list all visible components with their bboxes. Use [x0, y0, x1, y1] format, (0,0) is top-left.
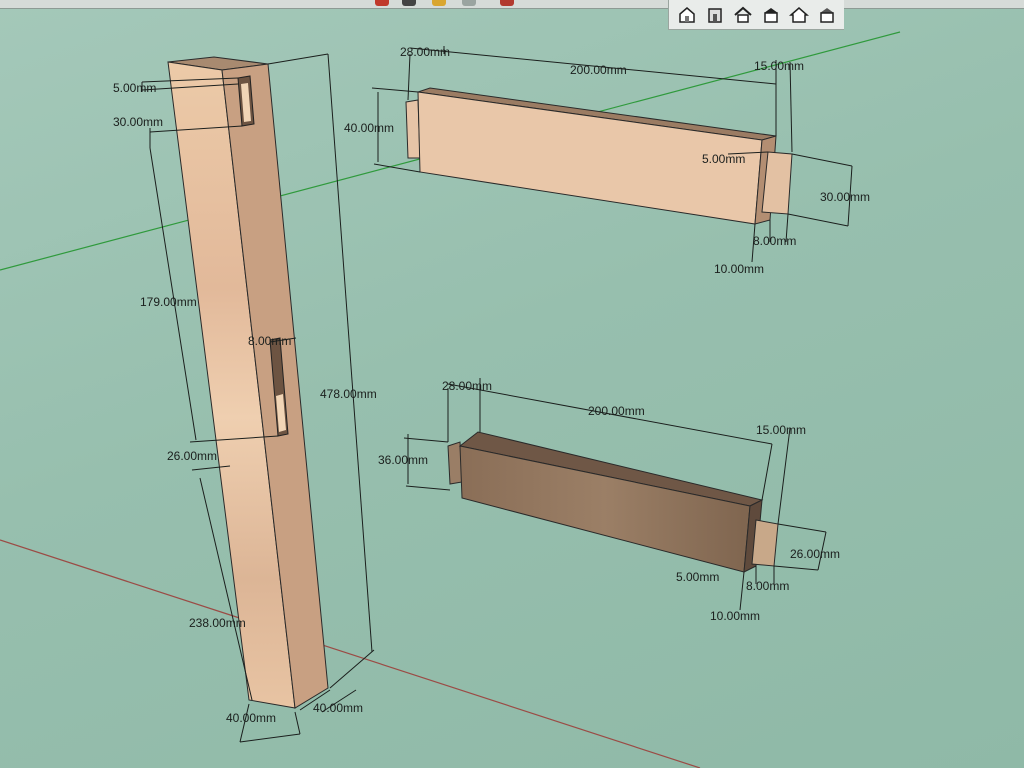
post-dim-width-x: 40.00mm: [226, 711, 276, 725]
rail-top-dim-tenon-length: 15.00mm: [754, 59, 804, 73]
post-dim-mortise-width: 8.00mm: [248, 334, 291, 348]
model-scene: 5.00mm 30.00mm 179.00mm 8.00mm 26.00mm 2…: [0, 31, 901, 768]
rail-bottom-dim-tenon-height: 26.00mm: [790, 547, 840, 561]
post-dim-height: 478.00mm: [320, 387, 377, 401]
post[interactable]: [167, 56, 329, 709]
rail-top-dim-tenon-thickness: 8.00mm: [753, 234, 796, 248]
post-dim-mid-gap: 179.00mm: [140, 295, 197, 309]
rail-bottom-dim-shoulder: 28.00mm: [442, 379, 492, 393]
rail-bottom-dim-length: 200.00mm: [588, 404, 645, 418]
post-dim-mortise-top: 30.00mm: [113, 115, 163, 129]
rail-bottom-dim-tenon-offset: 5.00mm: [676, 570, 719, 584]
rail-top-dim-tenon-height: 30.00mm: [820, 190, 870, 204]
rail-bottom[interactable]: [447, 431, 779, 573]
post-dim-width-y: 40.00mm: [313, 701, 363, 715]
rail-top-left-tenon: [405, 99, 421, 159]
post-dim-lower-mortise: 26.00mm: [167, 449, 217, 463]
rail-bottom-dim-tenon-length: 15.00mm: [756, 423, 806, 437]
rail-bottom-dim-tenon-thickness: 8.00mm: [746, 579, 789, 593]
post-dim-top-offset: 5.00mm: [113, 81, 156, 95]
rail-bottom-right-tenon: [751, 519, 779, 567]
rail-top-dim-length: 200.00mm: [570, 63, 627, 77]
red-axis: [0, 539, 701, 768]
post-dim-bottom: 238.00mm: [189, 616, 246, 630]
modeling-viewport[interactable]: 5.00mm 30.00mm 179.00mm 8.00mm 26.00mm 2…: [0, 0, 1024, 768]
rail-bottom-dim-height: 36.00mm: [378, 453, 428, 467]
rail-bottom-dim-depth: 10.00mm: [710, 609, 760, 623]
rail-top-dim-depth: 10.00mm: [714, 262, 764, 276]
rail-top-dim-shoulder: 28.00mm: [400, 45, 450, 59]
rail-top-dim-tenon-offset: 5.00mm: [702, 152, 745, 166]
rail-top-dim-height: 40.00mm: [344, 121, 394, 135]
